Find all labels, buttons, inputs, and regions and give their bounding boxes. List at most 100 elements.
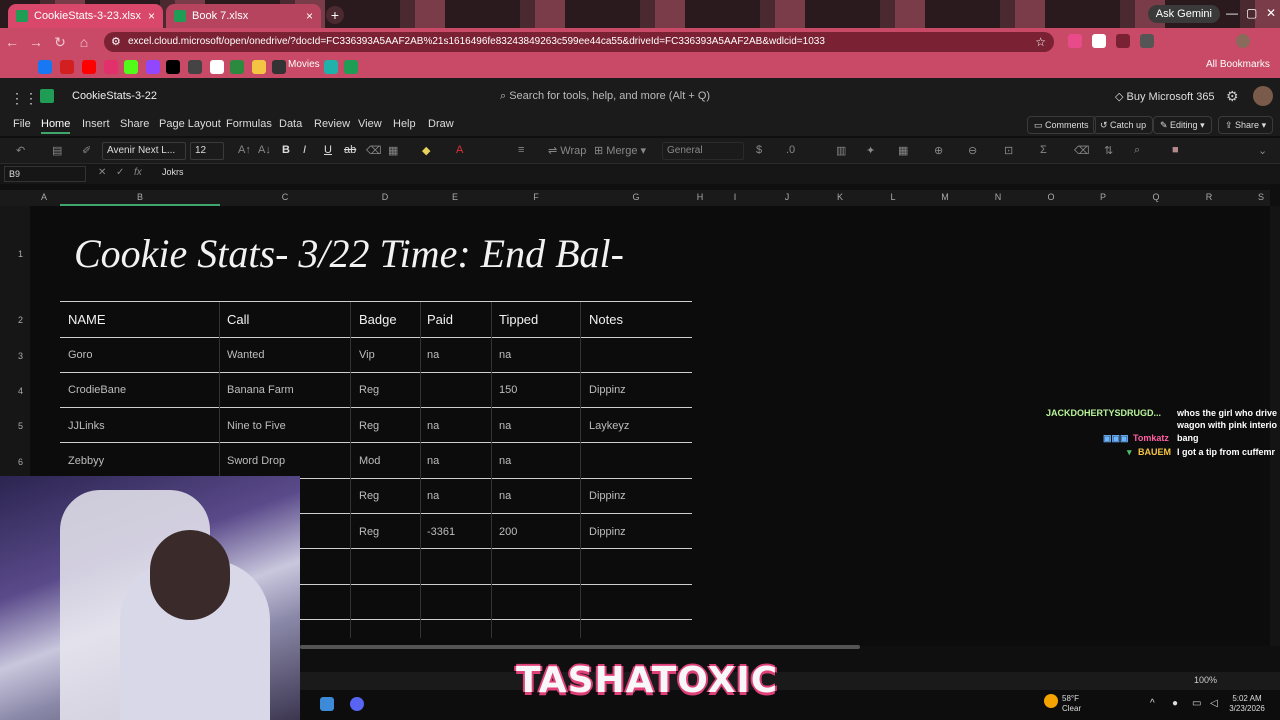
column-header[interactable]: S [1258, 192, 1264, 202]
bookmark-icon[interactable] [188, 60, 202, 74]
minimize-icon[interactable]: — [1226, 6, 1238, 20]
header-cell[interactable]: Notes [589, 312, 623, 327]
comments-button[interactable]: ▭ Comments [1027, 116, 1096, 134]
bold-icon[interactable]: B [282, 144, 290, 156]
header-cell[interactable]: Call [227, 312, 249, 327]
sort-filter-icon[interactable]: ⇅ [1104, 144, 1113, 157]
header-cell[interactable]: Paid [427, 312, 453, 327]
font-size-select[interactable]: 12 [190, 142, 224, 160]
buy-microsoft-button[interactable]: ◇ Buy Microsoft 365 [1115, 90, 1215, 103]
profile-avatar[interactable] [1236, 34, 1250, 48]
cell[interactable]: Reg [359, 384, 379, 396]
new-tab-button[interactable]: + [326, 6, 344, 24]
row-header[interactable]: 5 [18, 421, 23, 431]
menu-data[interactable]: Data [279, 118, 302, 130]
all-bookmarks[interactable]: All Bookmarks [1206, 59, 1270, 70]
cancel-icon[interactable]: ✕ [98, 167, 106, 178]
share-button[interactable]: ⇪ Share ▾ [1218, 116, 1274, 134]
menu-formulas[interactable]: Formulas [226, 118, 272, 130]
formula-input[interactable]: Jokrs [162, 167, 184, 177]
menu-help[interactable]: Help [393, 118, 416, 130]
microphone-icon[interactable]: ● [1172, 699, 1178, 709]
cell[interactable]: Vip [359, 349, 375, 361]
column-header[interactable]: R [1206, 192, 1213, 202]
cell[interactable]: Dippinz [589, 384, 626, 396]
reload-icon[interactable]: ↻ [48, 34, 72, 51]
cell[interactable]: Mod [359, 455, 380, 467]
increase-font-icon[interactable]: A↑ [238, 144, 251, 156]
column-header[interactable]: G [632, 192, 639, 202]
add-ins-icon[interactable]: ■ [1172, 144, 1179, 156]
delete-cells-icon[interactable]: ⊖ [968, 144, 977, 157]
decrease-font-icon[interactable]: A↓ [258, 144, 271, 156]
search-input[interactable]: ⌕ Search for tools, help, and more (Alt … [500, 90, 710, 103]
row-header[interactable]: 1 [18, 249, 23, 259]
window-close-icon[interactable]: ✕ [1266, 6, 1276, 20]
close-icon[interactable]: × [306, 9, 313, 23]
decimal-icon[interactable]: .0 [786, 144, 795, 156]
borders-icon[interactable]: ▦ [388, 144, 398, 157]
strikethrough-icon[interactable]: ab [344, 144, 356, 156]
menu-view[interactable]: View [358, 118, 382, 130]
paste-icon[interactable]: ▤ [52, 144, 62, 157]
fill-color-icon[interactable]: ◆ [422, 144, 430, 157]
bookmark-icon[interactable] [210, 60, 224, 74]
back-icon[interactable]: ← [0, 34, 24, 50]
kick-icon[interactable] [124, 60, 138, 74]
cell[interactable]: Goro [68, 349, 92, 361]
number-format-select[interactable]: General [662, 142, 744, 160]
notepad-icon[interactable] [320, 697, 334, 711]
cell[interactable]: Dippinz [589, 526, 626, 538]
bookmark-icon[interactable] [230, 60, 244, 74]
bookmark-icon[interactable] [252, 60, 266, 74]
column-header[interactable]: D [382, 192, 389, 202]
maximize-icon[interactable]: ▢ [1246, 6, 1257, 20]
cell[interactable]: -3361 [427, 526, 455, 538]
cell[interactable]: Sword Drop [227, 455, 285, 467]
youtube-icon[interactable] [82, 60, 96, 74]
extension-icon[interactable] [1068, 34, 1082, 48]
extension-icon[interactable] [1092, 34, 1106, 48]
font-color-icon[interactable]: A [456, 144, 463, 156]
autosum-icon[interactable]: Σ [1040, 144, 1047, 156]
column-header[interactable]: A [41, 192, 47, 202]
weather-icon[interactable] [1044, 694, 1058, 708]
enter-icon[interactable]: ✓ [116, 167, 124, 178]
row-header[interactable]: 3 [18, 351, 23, 361]
home-icon[interactable]: ⌂ [72, 34, 96, 50]
movies-icon[interactable] [272, 60, 286, 74]
undo-icon[interactable]: ↶ [16, 144, 25, 157]
close-icon[interactable]: × [148, 9, 155, 23]
cell[interactable]: na [427, 490, 439, 502]
format-painter-icon[interactable]: ✐ [82, 144, 91, 157]
underline-icon[interactable]: U [324, 144, 332, 156]
cell[interactable]: na [427, 349, 439, 361]
extension-icon[interactable] [1116, 34, 1130, 48]
font-name-select[interactable]: Avenir Next L... [102, 142, 186, 160]
currency-icon[interactable]: $ [756, 144, 762, 156]
conditional-format-icon[interactable]: ▥ [836, 144, 846, 157]
format-cells-icon[interactable]: ⊡ [1004, 144, 1013, 157]
menu-share[interactable]: Share [120, 118, 149, 130]
menu-insert[interactable]: Insert [82, 118, 110, 130]
fx-icon[interactable]: fx [134, 167, 142, 178]
cell[interactable]: CrodieBane [68, 384, 126, 396]
cell[interactable]: Laykeyz [589, 420, 629, 432]
column-header[interactable]: H [697, 192, 704, 202]
sheet-title[interactable]: Cookie Stats- 3/22 Time: End Bal- [74, 230, 624, 277]
twitch-icon[interactable] [146, 60, 160, 74]
column-header[interactable]: I [734, 192, 737, 202]
cell[interactable]: na [499, 349, 511, 361]
volume-icon[interactable]: ◁ [1210, 699, 1218, 709]
bookmark-movies[interactable]: Movies [288, 59, 320, 70]
header-cell[interactable]: Badge [359, 312, 397, 327]
bookmark-icon[interactable] [60, 60, 74, 74]
row-header[interactable]: 6 [18, 457, 23, 467]
cell[interactable]: Nine to Five [227, 420, 286, 432]
bookmark-icon[interactable] [324, 60, 338, 74]
zoom-level[interactable]: 100% [1194, 675, 1217, 685]
cell[interactable]: Zebbyy [68, 455, 104, 467]
cell[interactable]: Wanted [227, 349, 265, 361]
align-icon[interactable]: ≡ [518, 144, 524, 156]
menu-page-layout[interactable]: Page Layout [159, 118, 221, 130]
